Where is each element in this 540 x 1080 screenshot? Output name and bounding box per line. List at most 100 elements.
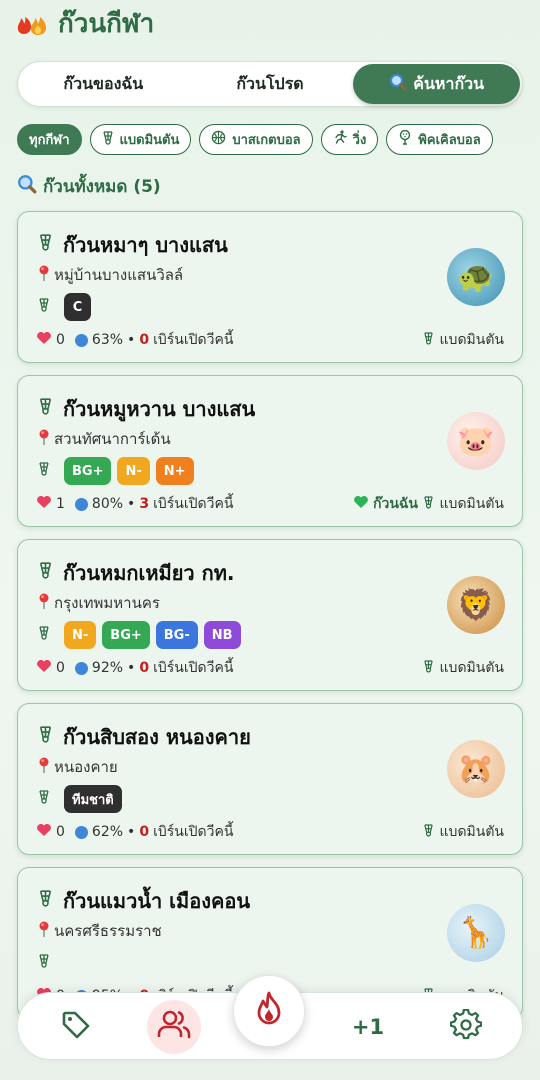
shuttlecock-icon — [38, 462, 50, 480]
search-icon — [17, 174, 37, 199]
sport-filter-chips: ทุกกีฬา แบดมินตัน บาสเกตบอล วิ่ง พิคเคิล… — [17, 124, 530, 156]
burn-count: 0 — [139, 660, 150, 676]
stat-separator: • — [127, 332, 136, 348]
sport-name: แบดมินตัน — [439, 496, 504, 512]
group-card[interactable]: ก๊วนหมกเหมียว กท. กรุงเทพมหานคร N- BG+ BG-… — [17, 539, 523, 691]
shuttlecock-icon — [38, 298, 50, 316]
activity-percent: 63% — [91, 332, 124, 348]
shuttlecock-icon — [423, 659, 434, 677]
burn-label: เบิร์นเปิดวีคนี้ — [153, 660, 234, 676]
group-card[interactable]: ก๊วนหมาๆ บางแสน หมู่บ้านบางแสนวิลล์ C 0 … — [17, 211, 523, 363]
heart-icon — [36, 823, 52, 841]
like-count: 0 — [56, 660, 65, 676]
filter-pickleball[interactable]: พิคเคิลบอล — [386, 124, 493, 155]
group-location-row: หนองคาย — [38, 755, 118, 779]
shuttlecock-icon — [423, 331, 434, 349]
sport-name: แบดมินตัน — [439, 824, 504, 840]
heart-icon — [36, 495, 52, 513]
users-icon — [156, 1009, 192, 1045]
group-location-row: นครศรีธรรมราช — [38, 919, 162, 943]
like-count: 0 — [56, 332, 65, 348]
skill-badge: BG- — [155, 621, 198, 649]
map-pin-icon — [38, 921, 50, 942]
friends-active-bg — [147, 1000, 201, 1054]
activity-percent: 62% — [91, 824, 124, 840]
like-count: 1 — [56, 496, 65, 512]
green-heart-icon — [353, 495, 369, 513]
gear-icon — [449, 1008, 483, 1045]
shuttlecock-icon — [38, 790, 50, 808]
stat-separator: • — [127, 824, 136, 840]
group-location: กรุงเทพมหานคร — [54, 594, 160, 612]
shuttlecock-icon — [38, 234, 53, 256]
skill-badge: BG+ — [64, 457, 112, 485]
blue-circle-icon — [74, 661, 88, 675]
plus-one-label: +1 — [351, 1015, 385, 1039]
tab-my-groups[interactable]: ก๊วนของฉัน — [20, 64, 187, 104]
app-header: ก๊วนกีฬา — [16, 6, 154, 40]
skill-badge: N- — [64, 621, 97, 649]
group-location: นครศรีธรรมราช — [54, 922, 162, 940]
chip-label: พิคเคิลบอล — [418, 133, 481, 148]
nav-tags[interactable] — [48, 993, 104, 1061]
home-button-bg — [233, 975, 305, 1047]
burn-label: เบิร์นเปิดวีคนี้ — [153, 824, 234, 840]
giraffe-icon: 🦒 — [447, 904, 505, 962]
group-name-row: ก๊วนหมาๆ บางแสน — [38, 229, 228, 261]
sport-tag: แบดมินตัน — [423, 493, 504, 515]
tag-icon — [60, 1009, 92, 1045]
group-name: ก๊วนสิบสอง หนองคาย — [63, 725, 251, 749]
filter-all-sports[interactable]: ทุกกีฬา — [17, 124, 82, 155]
my-group-tag: ก๊วนฉัน — [353, 493, 418, 515]
activity-percent: 80% — [91, 496, 124, 512]
nav-plus-one[interactable]: +1 — [338, 993, 398, 1061]
group-card[interactable]: ก๊วนหมูหวาน บางแสน สวนทัศนาการ์เด้น BG+ N… — [17, 375, 523, 527]
chip-label: บาสเกตบอล — [232, 133, 301, 148]
group-name-row: ก๊วนหมกเหมียว กท. — [38, 557, 235, 589]
hamster-icon: 🐹 — [447, 740, 505, 798]
stat-separator: • — [127, 496, 136, 512]
filter-running[interactable]: วิ่ง — [320, 124, 379, 155]
group-name-row: ก๊วนหมูหวาน บางแสน — [38, 393, 255, 425]
filter-basketball[interactable]: บาสเกตบอล — [199, 124, 313, 155]
burn-label: เบิร์นเปิดวีคนี้ — [153, 332, 234, 348]
search-icon — [389, 73, 407, 95]
tab-favorite-groups[interactable]: ก๊วนโปรด — [187, 64, 354, 104]
shuttlecock-icon — [423, 823, 434, 841]
group-name: ก๊วนแมวน้ำ เมืองคอน — [63, 889, 251, 913]
skill-badge: BG+ — [102, 621, 150, 649]
map-pin-icon — [38, 429, 50, 450]
map-pin-icon — [38, 757, 50, 778]
pig-icon: 🐷 — [447, 412, 505, 470]
group-card[interactable]: ก๊วนสิบสอง หนองคาย หนองคาย ทีมชาติ 0 62%… — [17, 703, 523, 855]
tab-search-groups[interactable]: ค้นหาก๊วน — [353, 64, 521, 104]
section-title-text: ก๊วนทั้งหมด (5) — [43, 176, 161, 197]
tab-label: ค้นหาก๊วน — [413, 73, 485, 93]
burn-label: เบิร์นเปิดวีคนี้ — [153, 496, 234, 512]
group-location-row: หมู่บ้านบางแสนวิลล์ — [38, 263, 183, 287]
filter-badminton[interactable]: แบดมินตัน — [89, 124, 192, 155]
heart-icon — [36, 331, 52, 349]
skill-badge: ทีมชาติ — [64, 785, 122, 813]
chip-label: แบดมินตัน — [119, 133, 180, 148]
shuttlecock-icon — [38, 954, 50, 972]
skill-badge-row — [38, 949, 58, 977]
group-name: ก๊วนหมูหวาน บางแสน — [63, 397, 256, 421]
skill-badge: N+ — [155, 457, 194, 485]
nav-friends[interactable] — [146, 993, 202, 1061]
sport-tag: แบดมินตัน — [423, 821, 504, 843]
heart-icon — [36, 659, 52, 677]
shuttlecock-icon — [38, 626, 50, 644]
stat-separator: • — [127, 660, 136, 676]
shuttlecock-icon — [38, 890, 53, 912]
blue-circle-icon — [74, 825, 88, 839]
nav-home[interactable] — [233, 975, 305, 1047]
shuttlecock-icon — [38, 562, 53, 584]
group-name: ก๊วนหมาๆ บางแสน — [63, 233, 228, 257]
flame-icon — [252, 990, 286, 1032]
nav-settings[interactable] — [438, 993, 494, 1061]
shuttlecock-icon — [423, 495, 434, 513]
skill-badge-row: N- BG+ BG- NB — [38, 621, 241, 649]
group-location: สวนทัศนาการ์เด้น — [54, 430, 171, 448]
shuttlecock-icon — [38, 726, 53, 748]
